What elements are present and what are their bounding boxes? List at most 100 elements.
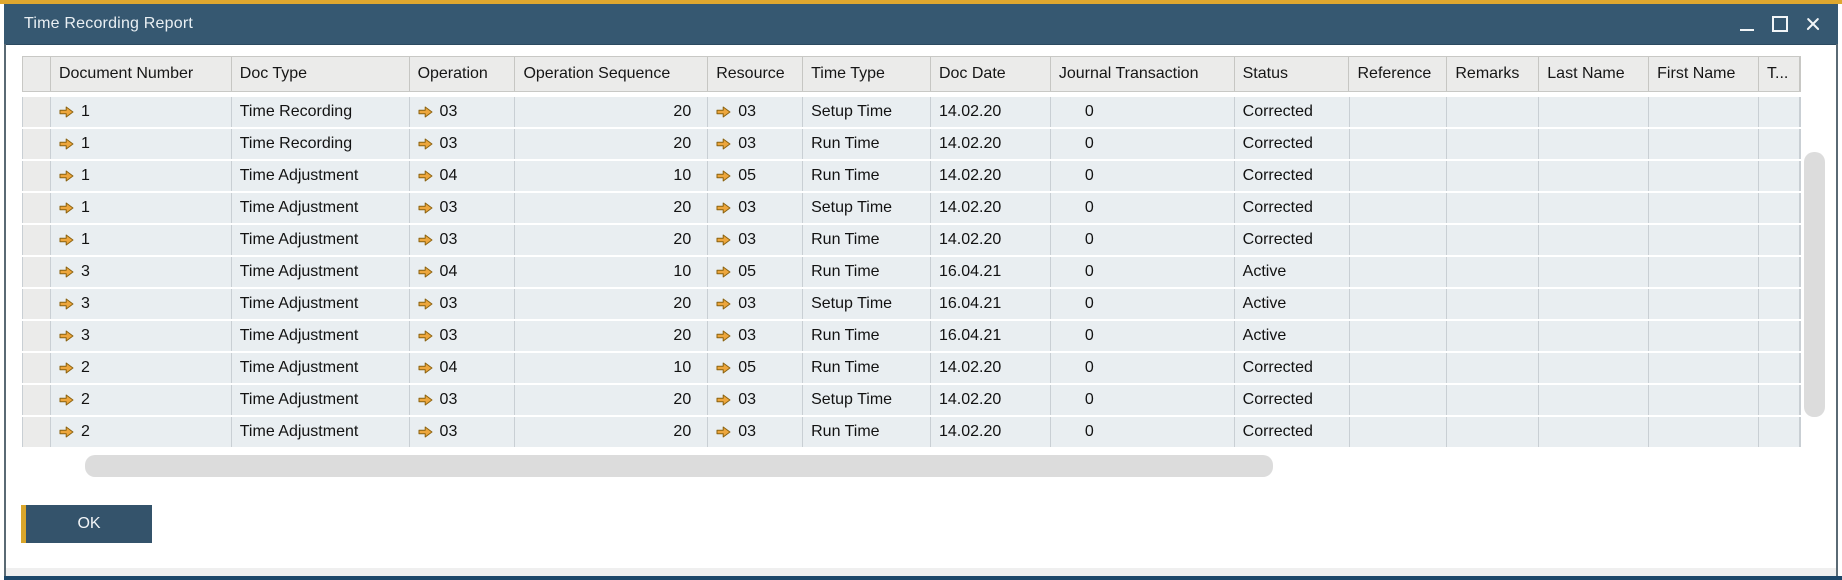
cell-time-type-value: Run Time	[811, 327, 880, 344]
link-arrow-icon[interactable]	[716, 170, 731, 182]
cell-last-name	[1539, 385, 1650, 415]
column-header-reference[interactable]: Reference	[1349, 57, 1448, 91]
cell-t	[1759, 161, 1800, 191]
table-row[interactable]: 3 Time Adjustment 04 10 05 Run Time 16.04.21…	[22, 257, 1801, 287]
link-arrow-icon[interactable]	[418, 202, 433, 214]
cell-time-type: Run Time	[803, 321, 931, 351]
window-title: Time Recording Report	[24, 15, 194, 32]
cell-remarks	[1447, 161, 1540, 191]
cell-doc-type-value: Time Adjustment	[239, 263, 359, 280]
column-header-doc-date[interactable]: Doc Date	[931, 57, 1051, 91]
link-arrow-icon[interactable]	[716, 106, 731, 118]
link-arrow-icon[interactable]	[59, 234, 74, 246]
cell-document-number: 1	[51, 193, 232, 223]
window-border-left	[4, 44, 6, 576]
titlebar[interactable]: Time Recording Report	[4, 4, 1838, 45]
link-arrow-icon[interactable]	[418, 362, 433, 374]
link-arrow-icon[interactable]	[716, 202, 731, 214]
column-header-first-name[interactable]: First Name	[1649, 57, 1760, 91]
link-arrow-icon[interactable]	[418, 266, 433, 278]
link-arrow-icon[interactable]	[59, 170, 74, 182]
table-row[interactable]: 1 Time Recording 03 20 03 Run Time 14.02.20 0…	[22, 129, 1801, 159]
link-arrow-icon[interactable]	[59, 362, 74, 374]
cell-operation-sequence: 20	[515, 417, 709, 447]
cell-last-name	[1539, 97, 1650, 127]
link-arrow-icon[interactable]	[418, 298, 433, 310]
table-row[interactable]: 2 Time Adjustment 04 10 05 Run Time 14.02.20…	[22, 353, 1801, 383]
table-row[interactable]: 2 Time Adjustment 03 20 03 Setup Time 14.02.…	[22, 385, 1801, 415]
cell-first-name	[1649, 193, 1760, 223]
maximize-button[interactable]	[1771, 11, 1789, 37]
cell-doc-date-value: 14.02.20	[938, 199, 1002, 216]
column-header-resource[interactable]: Resource	[708, 57, 804, 91]
cell-t	[1759, 385, 1800, 415]
cell-operation: 03	[410, 321, 516, 351]
table-row[interactable]: 1 Time Adjustment 03 20 03 Setup Time 14.02.…	[22, 193, 1801, 223]
link-arrow-icon[interactable]	[59, 202, 74, 214]
link-arrow-icon[interactable]	[716, 138, 731, 150]
row-selector[interactable]	[23, 385, 51, 415]
column-header-t[interactable]: T...	[1759, 57, 1800, 91]
column-header-operation[interactable]: Operation	[410, 57, 516, 91]
cell-operation-value: 04	[439, 167, 458, 184]
table-row[interactable]: 1 Time Adjustment 04 10 05 Run Time 14.02.20…	[22, 161, 1801, 191]
row-selector[interactable]	[23, 321, 51, 351]
link-arrow-icon[interactable]	[418, 234, 433, 246]
link-arrow-icon[interactable]	[716, 394, 731, 406]
table-row[interactable]: 2 Time Adjustment 03 20 03 Run Time 14.02.20…	[22, 417, 1801, 447]
link-arrow-icon[interactable]	[418, 138, 433, 150]
row-selector[interactable]	[23, 289, 51, 319]
link-arrow-icon[interactable]	[418, 394, 433, 406]
link-arrow-icon[interactable]	[418, 106, 433, 118]
vertical-scrollbar-thumb[interactable]	[1804, 152, 1825, 417]
link-arrow-icon[interactable]	[59, 138, 74, 150]
link-arrow-icon[interactable]	[418, 170, 433, 182]
minimize-button[interactable]	[1738, 11, 1756, 37]
row-selector[interactable]	[23, 97, 51, 127]
column-header-document-number[interactable]: Document Number	[51, 57, 232, 91]
link-arrow-icon[interactable]	[716, 234, 731, 246]
column-header-blank[interactable]	[23, 57, 51, 91]
horizontal-scrollbar-thumb[interactable]	[85, 455, 1273, 477]
link-arrow-icon[interactable]	[716, 298, 731, 310]
link-arrow-icon[interactable]	[59, 298, 74, 310]
column-header-status[interactable]: Status	[1235, 57, 1350, 91]
row-selector[interactable]	[23, 129, 51, 159]
column-header-doc-type[interactable]: Doc Type	[232, 57, 410, 91]
column-header-time-type[interactable]: Time Type	[803, 57, 931, 91]
cell-resource: 03	[708, 321, 804, 351]
row-selector[interactable]	[23, 353, 51, 383]
table-row[interactable]: 3 Time Adjustment 03 20 03 Run Time 16.04.21…	[22, 321, 1801, 351]
cell-time-type-value: Run Time	[811, 423, 880, 440]
table-row[interactable]: 1 Time Recording 03 20 03 Setup Time 14.02.2…	[22, 97, 1801, 127]
row-selector[interactable]	[23, 225, 51, 255]
link-arrow-icon[interactable]	[716, 426, 731, 438]
column-header-operation-sequence[interactable]: Operation Sequence	[515, 57, 709, 91]
row-selector[interactable]	[23, 417, 51, 447]
link-arrow-icon[interactable]	[418, 426, 433, 438]
ok-button[interactable]: OK	[21, 505, 152, 543]
cell-doc-type: Time Adjustment	[232, 193, 410, 223]
link-arrow-icon[interactable]	[59, 106, 74, 118]
close-button[interactable]	[1804, 11, 1822, 37]
row-selector[interactable]	[23, 161, 51, 191]
link-arrow-icon[interactable]	[59, 330, 74, 342]
table-row[interactable]: 1 Time Adjustment 03 20 03 Run Time 14.02.20…	[22, 225, 1801, 255]
column-header-journal-transaction[interactable]: Journal Transaction	[1051, 57, 1235, 91]
link-arrow-icon[interactable]	[59, 426, 74, 438]
column-header-remarks[interactable]: Remarks	[1447, 57, 1540, 91]
row-selector[interactable]	[23, 193, 51, 223]
link-arrow-icon[interactable]	[716, 362, 731, 374]
link-arrow-icon[interactable]	[418, 330, 433, 342]
link-arrow-icon[interactable]	[59, 266, 74, 278]
link-arrow-icon[interactable]	[59, 394, 74, 406]
link-arrow-icon[interactable]	[716, 266, 731, 278]
table-row[interactable]: 3 Time Adjustment 03 20 03 Setup Time 16.04.…	[22, 289, 1801, 319]
cell-t	[1759, 353, 1800, 383]
link-arrow-icon[interactable]	[716, 330, 731, 342]
cell-first-name	[1649, 417, 1760, 447]
window-border-right	[1836, 44, 1838, 576]
row-selector[interactable]	[23, 257, 51, 287]
column-header-last-name[interactable]: Last Name	[1539, 57, 1650, 91]
cell-status-value: Corrected	[1242, 167, 1313, 184]
